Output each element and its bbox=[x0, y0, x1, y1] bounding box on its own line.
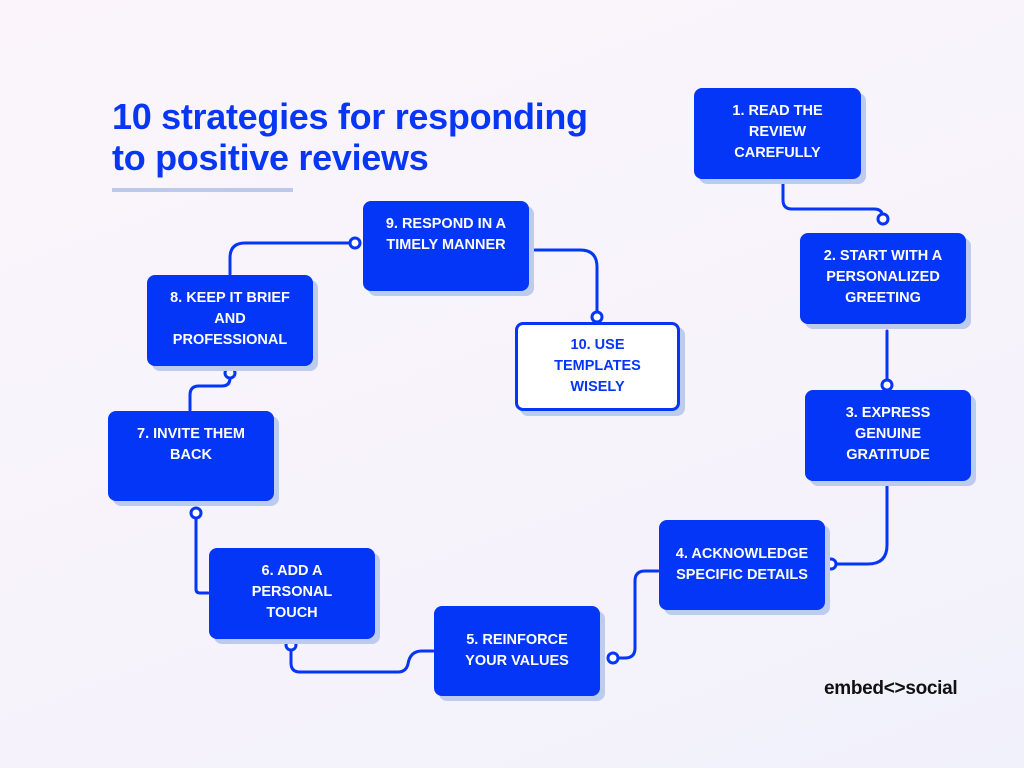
step-7-line-2: BACK bbox=[170, 447, 212, 463]
connector-8-9 bbox=[228, 241, 352, 276]
step-6-line-3: TOUCH bbox=[266, 605, 318, 621]
connector-node-6 bbox=[284, 638, 298, 652]
step-8-brief-professional: 8. KEEP IT BRIEF AND PROFESSIONAL bbox=[147, 275, 313, 366]
step-1-line-2: REVIEW bbox=[748, 124, 807, 140]
step-4-line-2: SPECIFIC DETAILS bbox=[676, 567, 808, 583]
step-10-use-templates: 10. USE TEMPLATES WISELY bbox=[515, 322, 680, 411]
step-8-line-2: AND bbox=[214, 311, 246, 327]
connector-3-4 bbox=[834, 482, 889, 566]
connector-5-6 bbox=[289, 648, 435, 674]
step-6-line-2: PERSONAL bbox=[251, 584, 333, 600]
step-10-line-2: TEMPLATES bbox=[554, 358, 641, 374]
step-7-line-1: 7. INVITE THEM bbox=[137, 426, 245, 442]
connector-6-7 bbox=[194, 516, 210, 595]
step-8-line-3: PROFESSIONAL bbox=[172, 332, 288, 348]
step-4-acknowledge-details: 4. ACKNOWLEDGE SPECIFIC DETAILS bbox=[659, 520, 825, 610]
step-10-line-3: WISELY bbox=[570, 379, 625, 395]
connector-7-8 bbox=[188, 375, 232, 412]
step-5-line-2: YOUR VALUES bbox=[465, 653, 569, 669]
step-10-line-1: 10. USE bbox=[570, 337, 625, 353]
step-3-express-gratitude: 3. EXPRESS GENUINE GRATITUDE bbox=[805, 390, 971, 481]
step-3-line-3: GRATITUDE bbox=[846, 447, 930, 463]
connector-9-10 bbox=[533, 248, 599, 314]
step-9-line-2: TIMELY MANNER bbox=[386, 237, 506, 253]
step-6-personal-touch: 6. ADD A PERSONAL TOUCH bbox=[209, 548, 375, 639]
connector-node-7 bbox=[189, 506, 203, 520]
connector-node-3 bbox=[880, 378, 894, 392]
step-8-line-1: 8. KEEP IT BRIEF bbox=[170, 290, 290, 306]
connector-node-5 bbox=[606, 651, 620, 665]
step-4-line-1: 4. ACKNOWLEDGE bbox=[675, 546, 809, 562]
step-1-line-1: 1. READ THE bbox=[732, 103, 823, 119]
step-5-line-1: 5. REINFORCE bbox=[466, 632, 568, 648]
step-2-personalized-greeting: 2. START WITH A PERSONALIZED GREETING bbox=[800, 233, 966, 324]
connector-node-9 bbox=[348, 236, 362, 250]
step-3-line-2: GENUINE bbox=[854, 426, 922, 442]
step-2-line-2: PERSONALIZED bbox=[826, 269, 940, 285]
connector-4-5 bbox=[616, 569, 660, 660]
step-5-reinforce-values: 5. REINFORCE YOUR VALUES bbox=[434, 606, 600, 696]
connector-node-10 bbox=[590, 310, 604, 324]
embedsocial-logo: embed<>social bbox=[824, 678, 958, 699]
connector-1-2 bbox=[781, 178, 885, 226]
step-6-line-1: 6. ADD A bbox=[261, 563, 323, 579]
step-2-line-1: 2. START WITH A bbox=[823, 248, 943, 264]
step-1-line-3: CAREFULLY bbox=[734, 145, 821, 161]
connector-node-8 bbox=[223, 366, 237, 380]
step-2-line-3: GREETING bbox=[845, 290, 921, 306]
step-3-line-1: 3. EXPRESS bbox=[845, 405, 931, 421]
step-1-read-review: 1. READ THE REVIEW CAREFULLY bbox=[694, 88, 861, 179]
step-7-invite-back: 7. INVITE THEM BACK bbox=[108, 411, 274, 501]
step-9-line-1: 9. RESPOND IN A bbox=[385, 216, 507, 232]
connector-node-2 bbox=[876, 212, 890, 226]
step-9-respond-timely: 9. RESPOND IN A TIMELY MANNER bbox=[363, 201, 529, 291]
connector-node-4 bbox=[824, 557, 838, 571]
